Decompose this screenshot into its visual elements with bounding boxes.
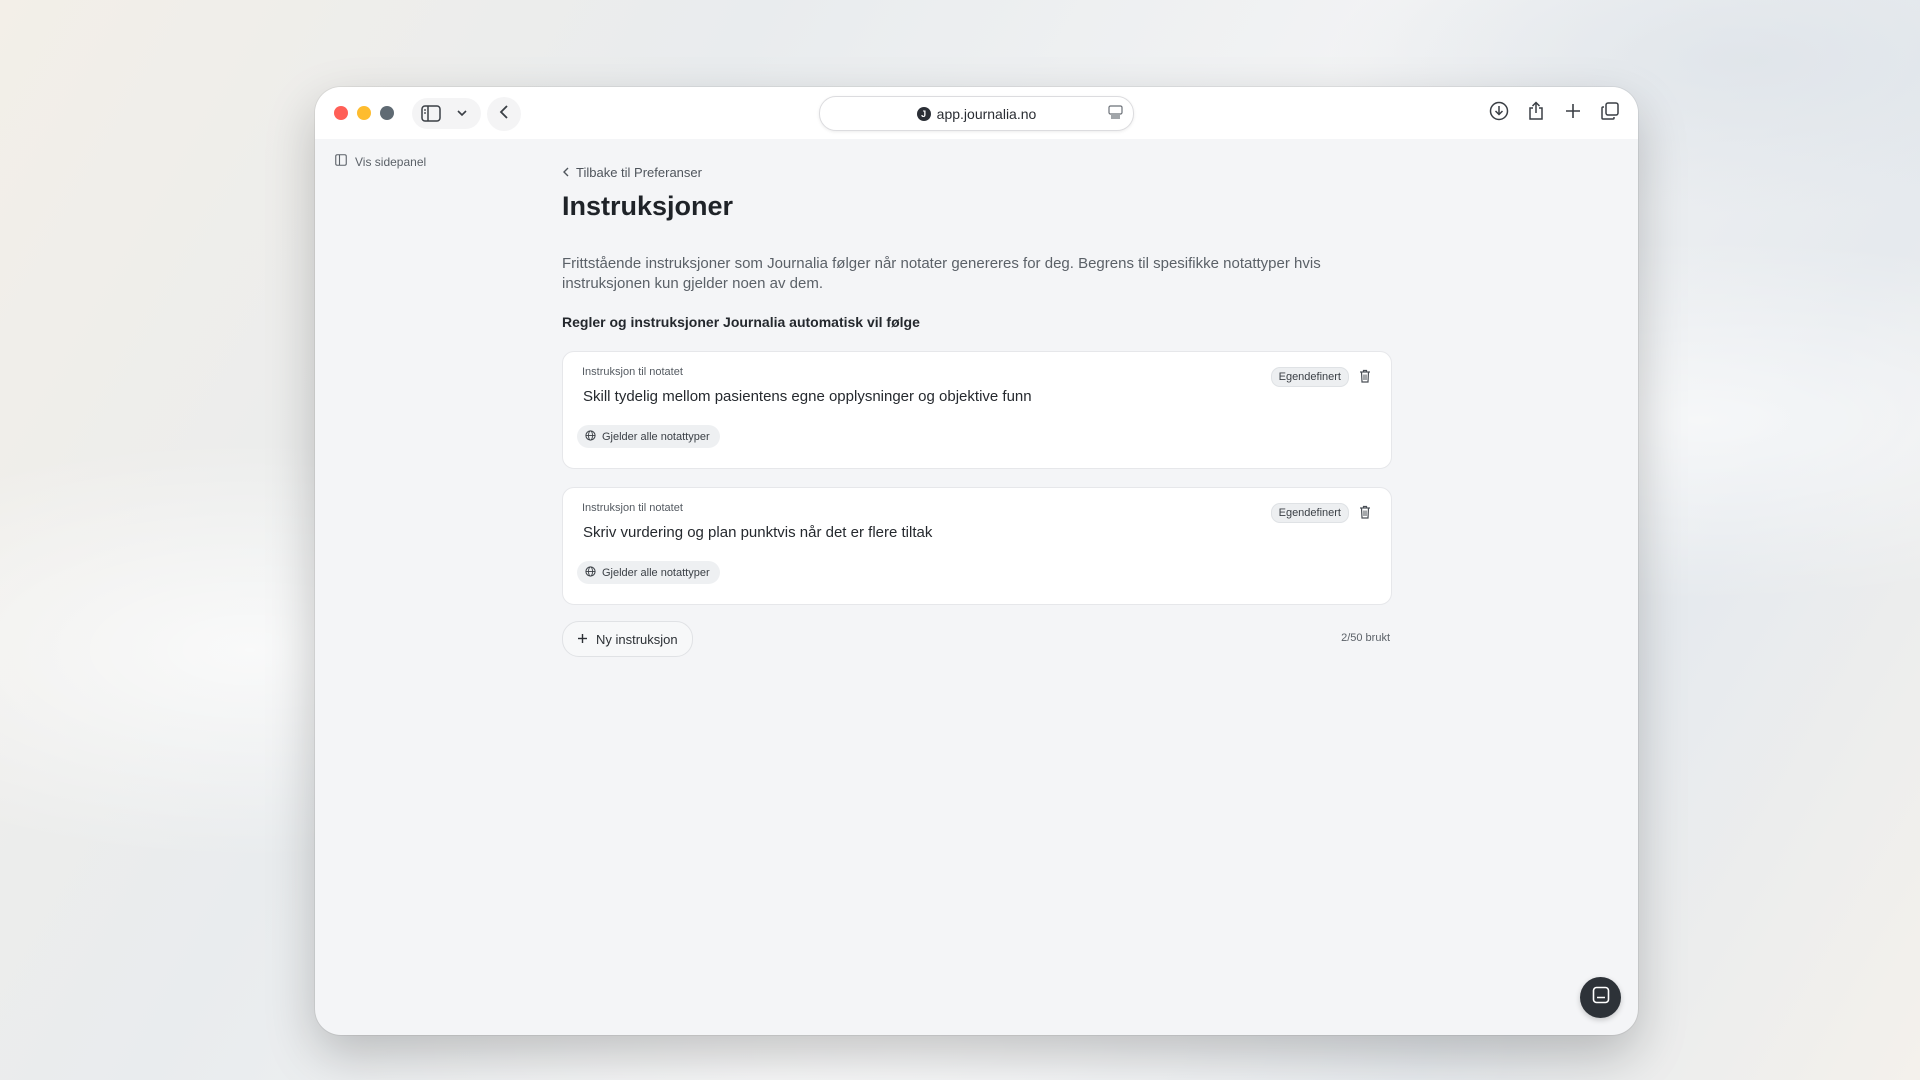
plus-icon bbox=[577, 632, 588, 647]
close-window-button[interactable] bbox=[334, 106, 348, 120]
new-instruction-button[interactable]: Ny instruksjon bbox=[562, 621, 693, 657]
chevron-down-icon[interactable] bbox=[456, 108, 468, 118]
show-sidepanel-label: Vis sidepanel bbox=[355, 154, 427, 169]
plus-icon[interactable] bbox=[1563, 101, 1583, 121]
scope-label: Gjelder alle notattyper bbox=[602, 566, 710, 579]
download-icon[interactable] bbox=[1489, 101, 1509, 121]
browser-window: J app.journalia.no Vis sidepanel Tilbake… bbox=[315, 87, 1638, 1035]
new-instruction-label: Ny instruksjon bbox=[596, 631, 678, 647]
back-button[interactable] bbox=[487, 97, 521, 131]
share-icon[interactable] bbox=[1526, 101, 1546, 121]
panel-icon bbox=[335, 154, 347, 169]
site-favicon: J bbox=[916, 106, 931, 121]
minimize-window-button[interactable] bbox=[357, 106, 371, 120]
sidebar-icon[interactable] bbox=[421, 105, 441, 122]
section-heading: Regler og instruksjoner Journalia automa… bbox=[562, 314, 920, 330]
instruction-text[interactable]: Skill tydelig mellom pasientens egne opp… bbox=[583, 388, 1032, 405]
toolbar-actions bbox=[1489, 101, 1620, 121]
instruction-text[interactable]: Skriv vurdering og plan punktvis når det… bbox=[583, 524, 932, 541]
browser-toolbar: J app.journalia.no bbox=[315, 87, 1638, 139]
address-bar[interactable]: J app.journalia.no bbox=[819, 96, 1134, 131]
show-sidepanel-button[interactable]: Vis sidepanel bbox=[335, 154, 426, 169]
trash-icon[interactable] bbox=[1359, 369, 1371, 388]
instruction-label: Instruksjon til notatet bbox=[582, 366, 683, 378]
chevron-left-icon bbox=[562, 165, 570, 180]
reader-mode-icon[interactable] bbox=[1108, 105, 1123, 124]
sidebar-toggle-group bbox=[412, 98, 481, 129]
chat-icon bbox=[1592, 986, 1610, 1009]
back-chevron-icon bbox=[498, 104, 510, 125]
maximize-window-button[interactable] bbox=[380, 106, 394, 120]
instruction-card[interactable]: Instruksjon til notatet Skill tydelig me… bbox=[562, 351, 1392, 469]
tabs-overview-icon[interactable] bbox=[1600, 101, 1620, 121]
url-text: app.journalia.no bbox=[936, 105, 1037, 122]
page-title: Instruksjoner bbox=[562, 191, 734, 221]
page-description: Frittstående instruksjoner som Journalia… bbox=[562, 255, 1321, 292]
scope-chip[interactable]: Gjelder alle notattyper bbox=[577, 425, 720, 448]
usage-counter: 2/50 brukt bbox=[1341, 632, 1390, 644]
globe-icon bbox=[585, 565, 596, 580]
custom-badge: Egendefinert bbox=[1270, 367, 1349, 387]
scope-chip[interactable]: Gjelder alle notattyper bbox=[577, 561, 720, 584]
back-to-preferences-link[interactable]: Tilbake til Preferanser bbox=[562, 165, 702, 180]
chat-support-button[interactable] bbox=[1580, 977, 1621, 1018]
trash-icon[interactable] bbox=[1359, 505, 1371, 524]
back-link-label: Tilbake til Preferanser bbox=[576, 165, 702, 180]
scope-label: Gjelder alle notattyper bbox=[602, 430, 710, 443]
custom-badge: Egendefinert bbox=[1270, 503, 1349, 523]
instruction-card[interactable]: Instruksjon til notatet Skriv vurdering … bbox=[562, 487, 1392, 605]
globe-icon bbox=[585, 429, 596, 444]
instruction-label: Instruksjon til notatet bbox=[582, 502, 683, 514]
